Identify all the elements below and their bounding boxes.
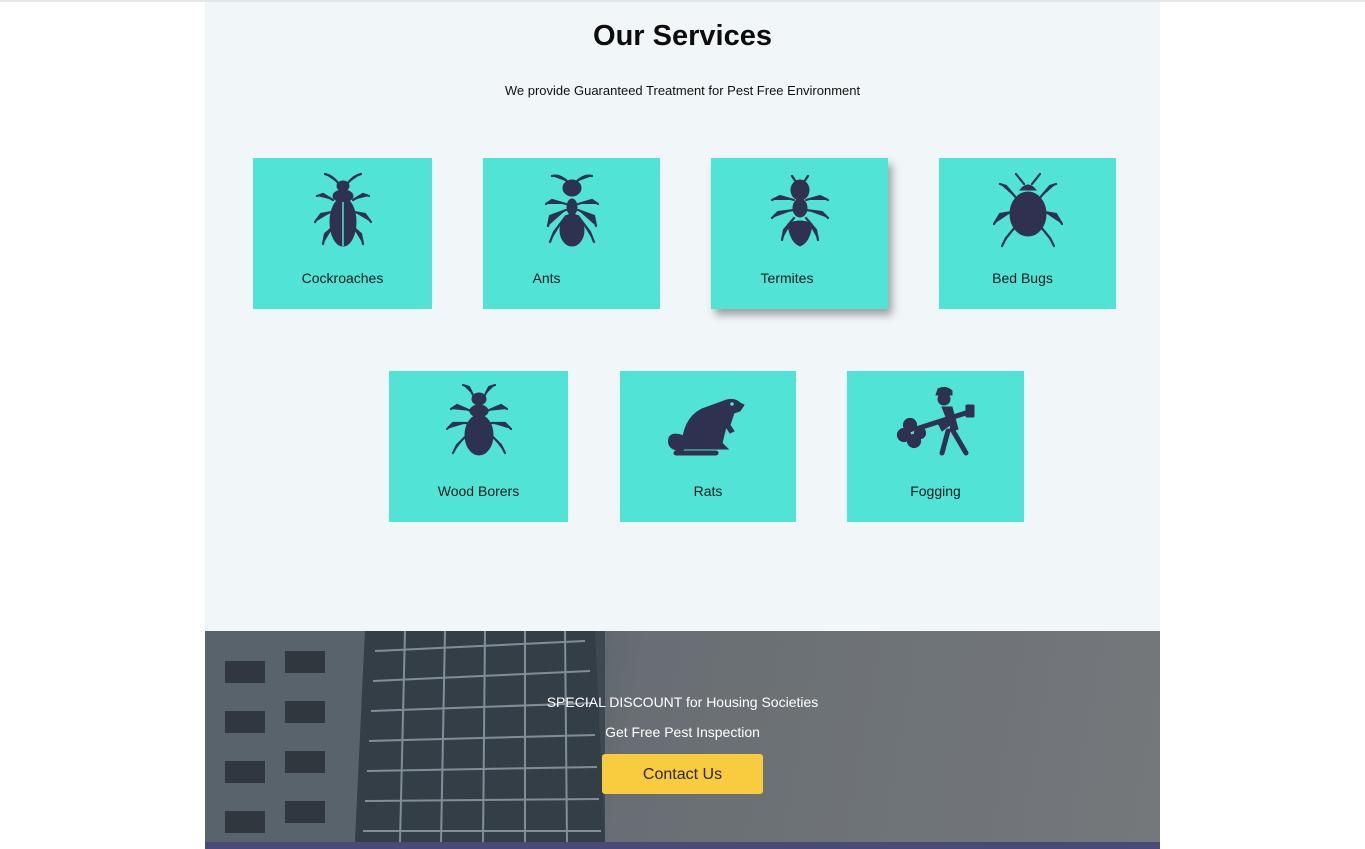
- footer-strip: [205, 842, 1160, 849]
- service-label: Rats: [693, 483, 723, 499]
- termite-icon: [760, 170, 840, 250]
- service-card-wood-borers[interactable]: Wood Borers: [389, 371, 568, 522]
- service-card-bed-bugs[interactable]: Bed Bugs: [939, 158, 1116, 309]
- service-card-termites[interactable]: Termites: [711, 158, 888, 309]
- bed-bug-icon: [988, 170, 1068, 250]
- service-label: Fogging: [910, 483, 961, 499]
- service-label: Termites: [760, 270, 814, 286]
- ant-icon: [532, 170, 612, 250]
- inspection-text: Get Free Pest Inspection: [605, 724, 760, 740]
- section-subtitle: We provide Guaranteed Treatment for Pest…: [504, 83, 861, 98]
- service-label: Ants: [532, 270, 561, 286]
- service-label: Wood Borers: [437, 483, 520, 499]
- contact-us-button[interactable]: Contact Us: [602, 754, 763, 794]
- service-label: Cockroaches: [301, 270, 384, 286]
- wood-borer-icon: [439, 383, 519, 463]
- rat-icon: [668, 383, 748, 463]
- service-card-cockroaches[interactable]: Cockroaches: [253, 158, 432, 309]
- service-card-ants[interactable]: Ants: [483, 158, 660, 309]
- fogging-icon: [896, 383, 976, 463]
- service-card-fogging[interactable]: Fogging: [847, 371, 1024, 522]
- section-title: Our Services: [593, 20, 772, 52]
- service-card-rats[interactable]: Rats: [620, 371, 796, 522]
- discount-text: SPECIAL DISCOUNT for Housing Societies: [546, 694, 819, 710]
- service-label: Bed Bugs: [992, 270, 1053, 286]
- services-section: Our Services We provide Guaranteed Treat…: [205, 2, 1160, 631]
- cockroach-icon: [303, 170, 383, 250]
- discount-banner: SPECIAL DISCOUNT for Housing Societies G…: [205, 631, 1160, 842]
